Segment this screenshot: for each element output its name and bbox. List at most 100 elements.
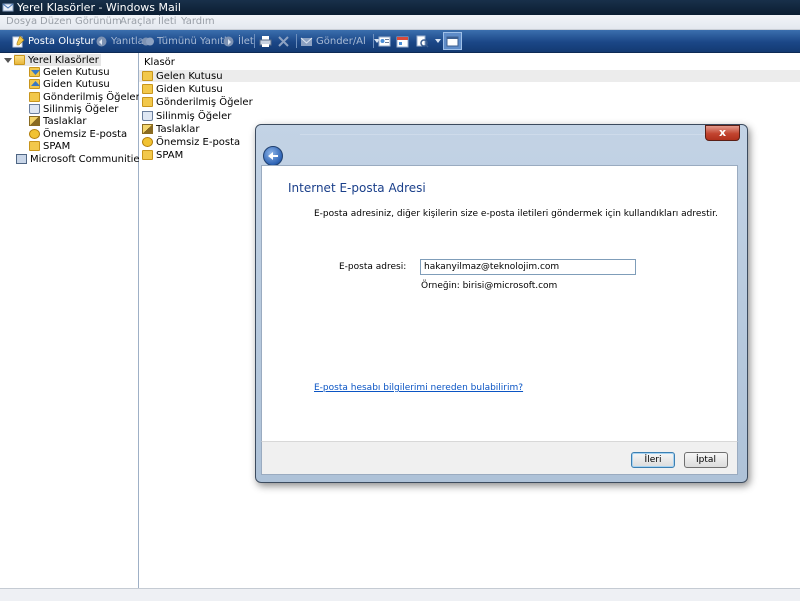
tree-item-label: Microsoft Communities [30,153,145,165]
toolbar-separator [254,34,255,48]
communities-icon [16,154,27,164]
tree-item-label: Gönderilmiş Öğeler [43,91,140,103]
folder-open-icon [14,55,25,65]
tree-item-label: Gelen Kutusu [43,66,110,78]
forward-button[interactable]: İlet [222,30,254,52]
reply-all-icon [141,35,154,48]
dialog-content [261,165,738,443]
forward-icon [222,35,235,48]
tree-item-drafts[interactable]: Taslaklar [29,115,87,127]
status-bar [0,588,800,601]
find-button[interactable] [416,30,441,52]
toolbar-separator [373,34,374,48]
list-item-label: Silinmiş Öğeler [156,110,232,122]
list-item[interactable]: Silinmiş Öğeler [139,110,800,122]
print-icon [259,35,272,48]
tree-item-inbox[interactable]: Gelen Kutusu [29,66,110,78]
tree-item-label: SPAM [43,140,71,152]
list-item-label: Gelen Kutusu [156,70,223,82]
inbox-icon [29,67,40,77]
print-button[interactable] [259,30,272,52]
list-item[interactable]: Gelen Kutusu [139,70,800,82]
menu-view[interactable]: Görünüm [75,16,122,28]
tree-item-label: Silinmiş Öğeler [43,103,119,115]
trash-icon [29,104,40,114]
find-icon [416,35,429,48]
outbox-icon [29,79,40,89]
tree-item-deleted[interactable]: Silinmiş Öğeler [29,103,118,115]
tree-item-sent[interactable]: Gönderilmiş Öğeler [29,91,140,103]
title-bar: Yerel Klasörler - Windows Mail [0,0,800,15]
folder-icon [142,150,153,160]
inbox-icon [142,71,153,81]
next-button[interactable]: İleri [631,452,675,468]
new-mail-icon [12,34,25,48]
drafts-icon [29,116,40,126]
collapse-arrow-icon[interactable] [4,58,12,63]
email-field[interactable] [420,259,636,275]
toolbar: Posta Oluştur Yanıtla Tümünü Yanıtla İle… [0,30,800,53]
delete-icon [277,35,290,48]
list-item[interactable]: Gönderilmiş Öğeler [139,96,800,108]
dialog-description: E-posta adresiniz, diğer kişilerin size … [314,209,718,219]
list-item-label: Gönderilmiş Öğeler [156,96,253,108]
contacts-icon [378,35,391,48]
help-link[interactable]: E-posta hesabı bilgilerimi nereden bulab… [314,383,523,393]
menu-file[interactable]: Dosya [6,16,37,28]
forward-label: İlet [238,35,254,47]
tree-item-outbox[interactable]: Giden Kutusu [29,78,110,90]
dialog-title-reflection [300,134,720,145]
column-header-folder[interactable]: Klasör [144,57,175,68]
chevron-down-icon[interactable] [435,39,441,43]
tree-item-label: Taslaklar [43,115,87,127]
tree-item-junk[interactable]: Önemsiz E-posta [29,128,127,140]
folder-icon [29,141,40,151]
outbox-icon [142,84,153,94]
list-item-label: SPAM [156,149,184,161]
calendar-icon [396,35,409,48]
sent-icon [142,97,153,107]
send-receive-button[interactable]: Gönder/Al [300,30,380,52]
drafts-icon [142,124,153,134]
tree-item-label: Önemsiz E-posta [43,128,128,140]
new-mail-label: Posta Oluştur [28,35,95,47]
junk-icon [29,129,40,139]
tree-item-local-folders[interactable]: Yerel Klasörler [14,54,101,66]
list-item-label: Önemsiz E-posta [156,136,241,148]
windows-mail-icon [2,1,14,13]
list-item-label: Giden Kutusu [156,83,223,95]
calendar-button[interactable] [396,30,409,52]
new-mail-button[interactable]: Posta Oluştur [12,30,105,52]
trash-icon [142,111,153,121]
junk-icon [142,137,153,147]
layout-button[interactable] [443,32,462,50]
reply-all-button[interactable]: Tümünü Yanıtla [141,30,233,52]
email-example: Örneğin: birisi@microsoft.com [421,281,558,291]
list-item-label: Taslaklar [156,123,200,135]
cancel-button[interactable]: İptal [684,452,728,468]
delete-button[interactable] [277,30,290,52]
send-receive-label: Gönder/Al [316,35,366,47]
reply-button[interactable]: Yanıtla [95,30,144,52]
list-item[interactable]: Giden Kutusu [139,83,800,95]
reply-label: Yanıtla [111,35,144,47]
menu-edit[interactable]: Düzen [40,16,72,28]
close-button[interactable]: x [705,125,740,141]
contacts-button[interactable] [378,30,391,52]
tree-item-label: Giden Kutusu [43,78,110,90]
tree-item-label: Yerel Klasörler [28,54,99,66]
tree-item-communities[interactable]: Microsoft Communities [16,153,145,165]
email-field-label: E-posta adresi: [339,262,407,272]
tree-item-spam[interactable]: SPAM [29,140,70,152]
toolbar-separator [296,34,297,48]
back-arrow-icon[interactable] [263,146,283,166]
dialog-heading: Internet E-posta Adresi [288,181,426,195]
menu-bar: Dosya Düzen Görünüm Araçlar İleti Yardım [0,15,800,30]
menu-help[interactable]: Yardım [181,16,215,28]
send-receive-icon [300,35,313,48]
menu-message[interactable]: İleti [158,16,177,28]
menu-tools[interactable]: Araçlar [120,16,156,28]
layout-icon [446,35,459,48]
reply-icon [95,35,108,48]
window-title: Yerel Klasörler - Windows Mail [17,1,181,14]
